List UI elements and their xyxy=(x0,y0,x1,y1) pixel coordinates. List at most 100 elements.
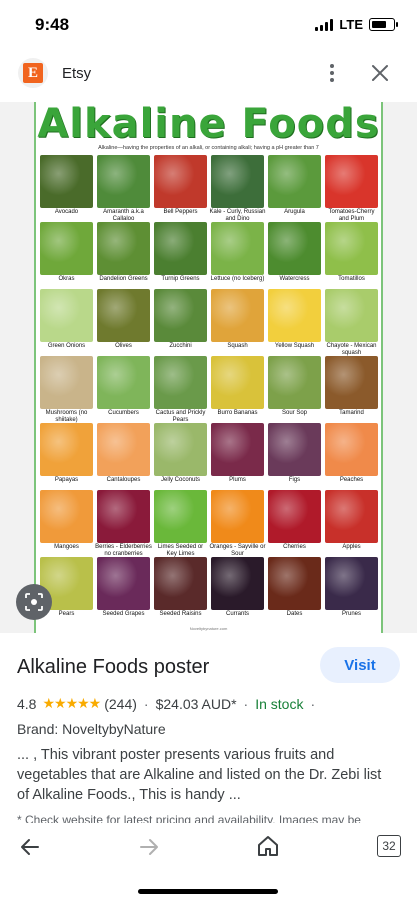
food-name: Peaches xyxy=(339,477,364,483)
food-cell: Cherries xyxy=(266,488,323,555)
food-name: Sour Sop xyxy=(281,410,308,416)
food-image xyxy=(154,490,207,543)
food-image xyxy=(268,356,321,409)
food-name: Plums xyxy=(229,477,246,483)
food-cell: Green Onions xyxy=(38,287,95,354)
home-icon[interactable] xyxy=(256,834,280,858)
food-cell: Plums xyxy=(209,421,266,488)
separator: · xyxy=(310,695,316,712)
food-name: Bell Peppers xyxy=(163,209,198,215)
food-image xyxy=(268,423,321,476)
food-image xyxy=(154,557,207,610)
price: $24.03 AUD* xyxy=(155,695,237,712)
food-name: Olives xyxy=(115,343,132,349)
food-image xyxy=(97,155,150,208)
food-image xyxy=(40,222,93,275)
food-name: Arugula xyxy=(284,209,305,215)
back-arrow-icon[interactable] xyxy=(18,835,42,859)
food-image xyxy=(325,557,378,610)
visit-button[interactable]: Visit xyxy=(320,647,400,683)
food-cell: Tamarind xyxy=(323,354,380,421)
food-image xyxy=(40,490,93,543)
food-image xyxy=(268,222,321,275)
food-image xyxy=(211,289,264,342)
status-bar: 9:48 LTE xyxy=(0,0,417,48)
food-cell: Burro Bananas xyxy=(209,354,266,421)
food-image xyxy=(154,155,207,208)
forward-arrow-icon[interactable] xyxy=(137,835,161,859)
food-image xyxy=(211,423,264,476)
food-cell: Seeded Raisins xyxy=(152,555,209,622)
tab-switcher-button[interactable]: 32 xyxy=(377,835,401,857)
food-name: Okras xyxy=(58,276,75,282)
food-name: Squash xyxy=(227,343,248,349)
signal-icon xyxy=(315,18,334,31)
battery-icon xyxy=(369,18,398,31)
food-name: Green Onions xyxy=(47,343,86,349)
food-name: Papayas xyxy=(54,477,79,483)
food-name: Figs xyxy=(288,477,301,483)
bottom-toolbar: 32 xyxy=(0,823,417,902)
food-cell: Figs xyxy=(266,421,323,488)
food-cell: Berries - Elderberries no cranberries xyxy=(95,488,152,557)
review-count: (244) xyxy=(104,695,137,712)
food-image xyxy=(325,155,378,208)
food-cell: Cactus and Prickly Pears xyxy=(152,354,209,423)
battery-level xyxy=(372,21,386,28)
food-cell: Prunes xyxy=(323,555,380,622)
food-image xyxy=(154,289,207,342)
food-name: Cucumbers xyxy=(108,410,139,416)
lens-search-button[interactable] xyxy=(16,584,52,620)
food-image xyxy=(154,222,207,275)
rating-price-row: 4.8 ★★★★★ (244) · $24.03 AUD* · In stock… xyxy=(17,695,322,712)
food-image xyxy=(40,423,93,476)
food-cell: Cantaloupes xyxy=(95,421,152,488)
star-rating-icon: ★★★★★ xyxy=(42,695,101,711)
lens-icon xyxy=(25,593,43,611)
food-image xyxy=(325,222,378,275)
food-image xyxy=(325,289,378,342)
product-description: ... , This vibrant poster presents vario… xyxy=(17,747,382,803)
food-name: Currants xyxy=(225,611,249,617)
more-vert-icon[interactable] xyxy=(325,62,339,84)
status-icons: LTE xyxy=(315,17,398,32)
food-cell: Mushrooms (no shiitake) xyxy=(38,354,95,423)
food-image xyxy=(40,289,93,342)
food-cell: Yellow Squash xyxy=(266,287,323,354)
etsy-logo-letter: E xyxy=(23,63,43,83)
food-image xyxy=(211,557,264,610)
food-cell: Cucumbers xyxy=(95,354,152,421)
food-cell: Zucchini xyxy=(152,287,209,354)
food-image xyxy=(211,490,264,543)
food-cell: Okras xyxy=(38,220,95,287)
clock: 9:48 xyxy=(35,15,70,34)
food-image xyxy=(211,356,264,409)
separator: · xyxy=(143,695,149,712)
food-name: Zucchini xyxy=(169,343,192,349)
food-name: Seeded Grapes xyxy=(102,611,145,617)
stock-status: In stock xyxy=(255,695,304,712)
separator: · xyxy=(243,695,249,712)
brand: Brand: NoveltybyNature xyxy=(17,721,166,737)
food-image xyxy=(154,356,207,409)
food-image xyxy=(97,490,150,543)
food-cell: Arugula xyxy=(266,153,323,220)
food-cell: Peaches xyxy=(323,421,380,488)
food-image xyxy=(40,356,93,409)
product-title: Alkaline Foods poster xyxy=(17,656,210,678)
product-image[interactable]: Alkaline Foods Alkaline—having the prope… xyxy=(34,102,383,633)
food-name: Yellow Squash xyxy=(274,343,315,349)
food-cell: Papayas xyxy=(38,421,95,488)
food-cell: Apples xyxy=(323,488,380,555)
food-image xyxy=(97,356,150,409)
food-image xyxy=(325,356,378,409)
food-cell: Amaranth a.k.a Callaloo xyxy=(95,153,152,222)
app-bar: E Etsy xyxy=(0,52,417,98)
product-image-area[interactable]: Alkaline Foods Alkaline—having the prope… xyxy=(0,102,417,633)
food-image xyxy=(268,289,321,342)
poster-subtitle: Alkaline—having the properties of an alk… xyxy=(98,145,319,151)
close-icon[interactable] xyxy=(368,61,392,85)
food-name: Tomatillos xyxy=(338,276,365,282)
food-image xyxy=(211,155,264,208)
food-grid: Avocado Amaranth a.k.a Callaloo Bell Peppe… xyxy=(38,153,380,622)
